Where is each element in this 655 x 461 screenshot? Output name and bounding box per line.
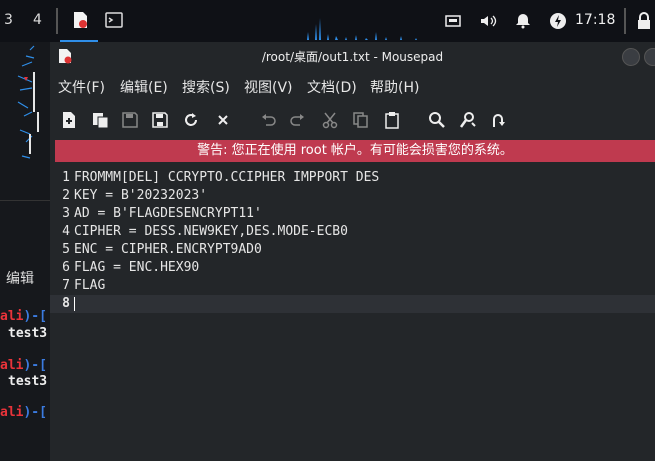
- menu-edit[interactable]: 编辑(E): [120, 77, 168, 97]
- text-cursor: [74, 297, 75, 311]
- line-text: FROMMM[DEL] CCRYPTO.CCIPHER IMPPORT DES: [74, 170, 380, 185]
- line-text: ENC = CIPHER.ENCRYPT9AD0: [74, 242, 262, 257]
- line-number: 8: [62, 296, 70, 311]
- lock-icon[interactable]: [634, 11, 654, 31]
- undo-icon[interactable]: [258, 110, 278, 130]
- close-icon[interactable]: [213, 110, 233, 130]
- toolbar: [50, 104, 655, 136]
- bg-prompt-line: ali)-[: [0, 405, 47, 420]
- editor-line: 2 KEY = B'20232023': [50, 187, 655, 205]
- editor-line-current: 8: [50, 295, 655, 313]
- bg-prompt-line: ali)-[: [0, 358, 47, 373]
- notification-bell-icon[interactable]: [513, 11, 533, 31]
- line-number: 1: [62, 170, 70, 185]
- window-title: /root/桌面/out1.txt - Mousepad: [261, 50, 444, 64]
- ascii-art-dragon: [17, 45, 39, 159]
- menu-document[interactable]: 文档(D): [307, 77, 357, 97]
- panel-separator: [56, 8, 58, 34]
- paste-icon[interactable]: [382, 110, 402, 130]
- clock[interactable]: 17:18: [575, 12, 615, 28]
- terminal-task-icon[interactable]: [104, 10, 124, 30]
- cpu-graph: [305, 18, 425, 40]
- line-number: 5: [62, 242, 70, 257]
- editor-line: 1 FROMMM[DEL] CCRYPTO.CCIPHER IMPPORT DE…: [50, 169, 655, 187]
- new-document-icon[interactable]: [59, 110, 79, 130]
- minimize-button[interactable]: [622, 48, 640, 66]
- editor-line: 5 ENC = CIPHER.ENCRYPT9AD0: [50, 241, 655, 259]
- text-editor[interactable]: 1 FROMMM[DEL] CCRYPTO.CCIPHER IMPPORT DE…: [50, 165, 655, 461]
- network-icon[interactable]: [443, 11, 463, 31]
- mousepad-window: /root/桌面/out1.txt - Mousepad 文件(F) 编辑(E)…: [50, 42, 655, 461]
- workspace-3[interactable]: 3: [4, 12, 13, 28]
- copy-icon[interactable]: [351, 110, 371, 130]
- redo-icon[interactable]: [288, 110, 308, 130]
- line-text: AD = B'FLAGDESENCRYPT11': [74, 206, 262, 221]
- line-number: 3: [62, 206, 70, 221]
- editor-line: 4 CIPHER = DESS.NEW9KEY,DES.MODE-ECB0: [50, 223, 655, 241]
- new-window-icon[interactable]: [90, 110, 110, 130]
- background-terminal: 编辑 ali)-[ test3 ali)-[ test3 ali)-[: [0, 42, 50, 461]
- line-text: FLAG = ENC.HEX90: [74, 260, 200, 275]
- find-icon[interactable]: [427, 110, 447, 130]
- bg-terminal-menu-edit: 编辑: [6, 271, 34, 287]
- line-number: 4: [62, 224, 70, 239]
- editor-line: 6 FLAG = ENC.HEX90: [50, 259, 655, 277]
- menu-help[interactable]: 帮助(H): [370, 77, 419, 97]
- line-text: CIPHER = DESS.NEW9KEY,DES.MODE-ECB0: [74, 224, 348, 239]
- find-replace-icon[interactable]: [458, 110, 478, 130]
- line-number: 6: [62, 260, 70, 275]
- line-text: FLAG: [74, 278, 106, 293]
- save-as-icon[interactable]: [150, 110, 170, 130]
- line-number: 7: [62, 278, 70, 293]
- line-text: KEY = B'20232023': [74, 188, 208, 203]
- menu-search[interactable]: 搜索(S): [182, 77, 230, 97]
- cut-icon[interactable]: [320, 110, 340, 130]
- reload-icon[interactable]: [181, 110, 201, 130]
- bg-command-line: test3: [8, 374, 48, 389]
- save-icon[interactable]: [120, 110, 140, 130]
- top-panel: 3 4 17:18: [0, 0, 655, 42]
- goto-line-icon[interactable]: [489, 110, 509, 130]
- line-number: 2: [62, 188, 70, 203]
- menu-file[interactable]: 文件(F): [58, 77, 105, 97]
- workspace-4[interactable]: 4: [33, 12, 42, 28]
- title-bar[interactable]: /root/桌面/out1.txt - Mousepad: [50, 42, 655, 70]
- bg-prompt-line: ali)-[: [0, 309, 47, 324]
- maximize-button[interactable]: [644, 48, 655, 66]
- editor-line: 3 AD = B'FLAGDESENCRYPT11': [50, 205, 655, 223]
- power-manager-icon[interactable]: [548, 11, 568, 31]
- mousepad-task-icon[interactable]: [70, 10, 90, 30]
- bg-command-line: test3: [8, 326, 48, 341]
- editor-line: 7 FLAG: [50, 277, 655, 295]
- root-warning-banner: 警告: 您正在使用 root 帐户。有可能会损害您的系统。: [55, 140, 655, 162]
- menu-bar: 文件(F) 编辑(E) 搜索(S) 视图(V) 文档(D) 帮助(H): [50, 74, 655, 100]
- panel-separator: [624, 8, 626, 34]
- volume-icon[interactable]: [478, 11, 498, 31]
- menu-view[interactable]: 视图(V): [244, 77, 293, 97]
